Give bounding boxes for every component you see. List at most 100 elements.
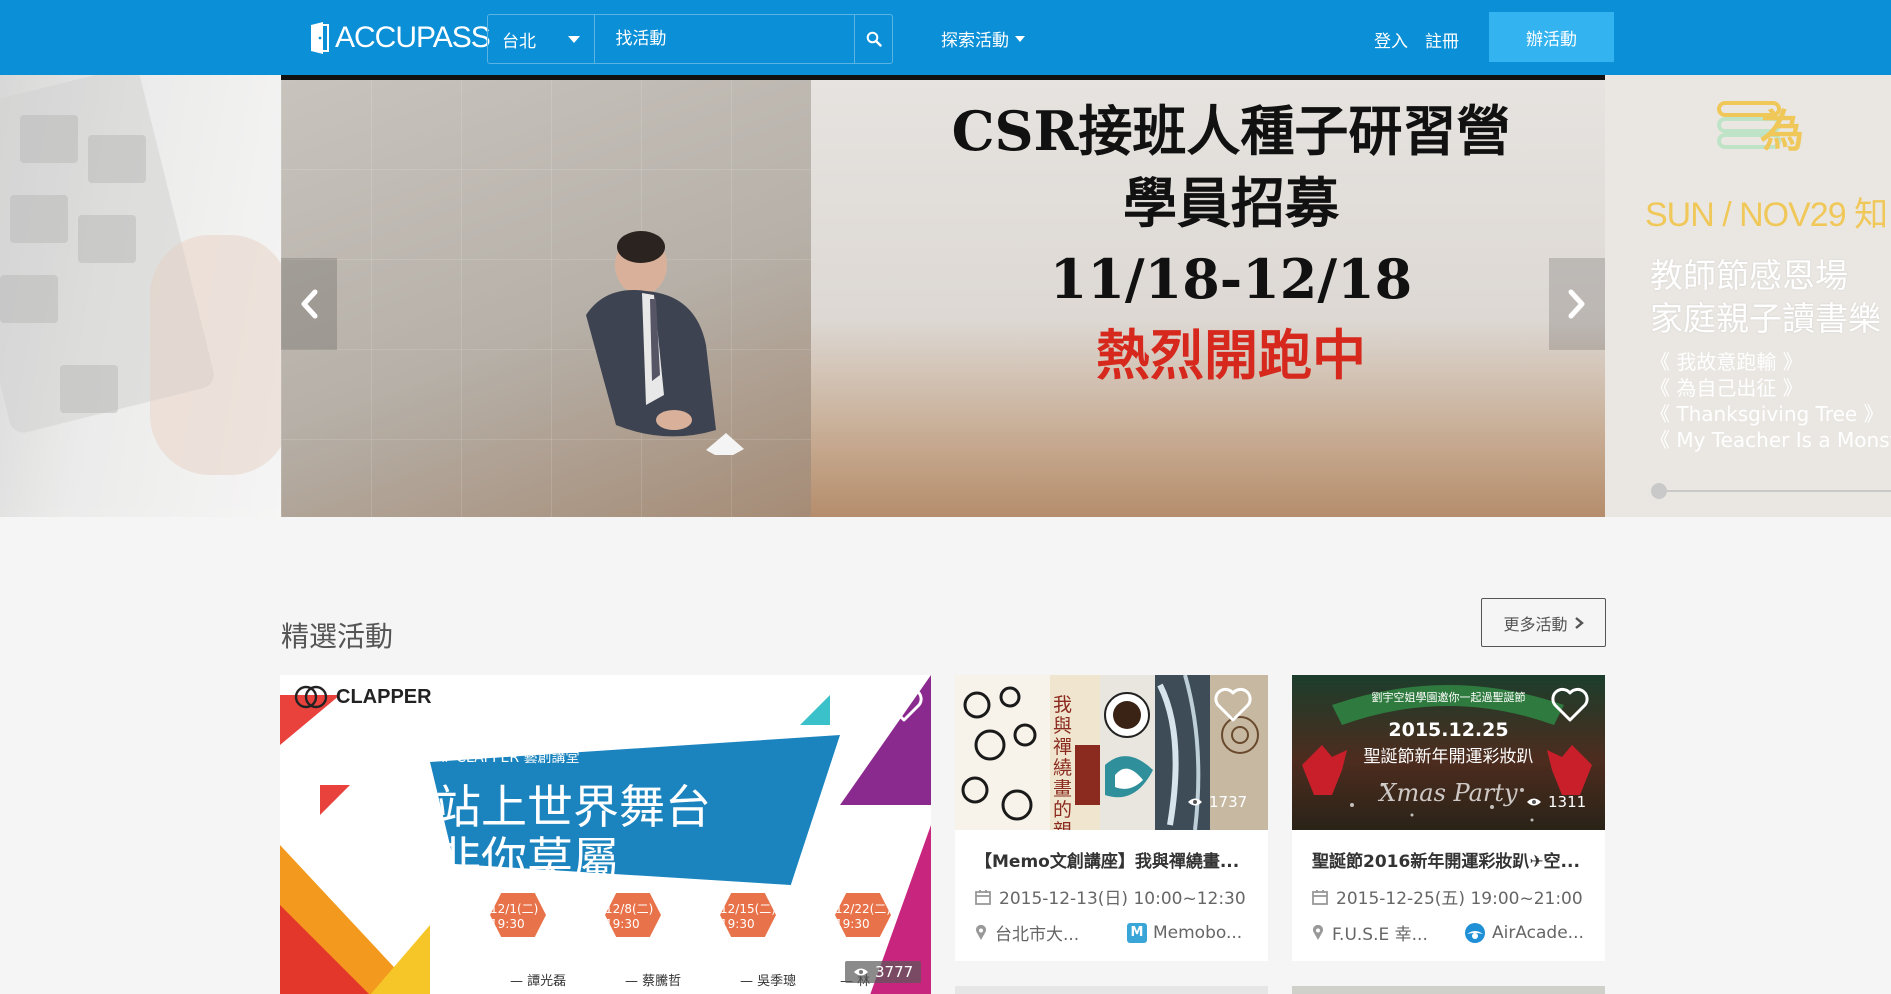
airacademy-logo-icon: [1465, 922, 1485, 943]
search-bar: 台北: [487, 14, 893, 64]
host-event-button[interactable]: 辦活動: [1489, 12, 1614, 62]
event-meta: 台北市大... M Memobo...: [975, 920, 1255, 945]
view-count: 3777: [845, 961, 922, 983]
poster-subtitle: # CLAPPER 藝創講堂: [440, 750, 580, 766]
favorite-heart-icon[interactable]: [1550, 687, 1590, 723]
next-slide-slider-decoration: [1651, 483, 1891, 499]
calendar-icon: [1312, 889, 1328, 905]
thumbnail-ribbon: 劉宇空姐學園邀你一起過聖誕節: [1371, 691, 1526, 704]
carousel-next-button[interactable]: [1549, 258, 1605, 350]
slide-line-2: 學員招募: [1123, 171, 1339, 235]
poster-date-badge: 12/22(二) 19:30: [835, 893, 891, 937]
image-tile: [10, 195, 68, 243]
event-title[interactable]: 【Memo文創講座】我與禪繞畫...: [975, 847, 1255, 872]
thumbnail-title: 我與禪繞畫的親密接觸: [1053, 694, 1073, 831]
slide-headline: CSR接班人種子研習營 學員招募 11/18-12/18 熱烈開跑中: [881, 95, 1581, 391]
poster-shape: [280, 905, 370, 994]
view-count: 1737: [1187, 793, 1247, 811]
image-tile: [88, 135, 146, 183]
slide-line-3: 11/18-12/18: [1049, 247, 1413, 311]
next-slide-list-item: 《 為自己出征 》: [1650, 376, 1803, 400]
slide-line-1: CSR接班人種子研習營: [951, 99, 1511, 163]
city-select-value: 台北: [502, 31, 536, 52]
image-tile: [0, 275, 58, 323]
event-datetime-text: 2015-12-25(五) 19:00~21:00: [1336, 889, 1583, 909]
event-organizer[interactable]: M Memobo...: [1127, 922, 1242, 943]
event-card[interactable]: 劉宇空姐學園邀你一起過聖誕節 2015.12.25 聖誕節新年開運彩妝趴 Xma…: [1292, 675, 1605, 961]
top-navigation-bar: ACCUPASS 台北 探索活動 登入 註冊 辦活動: [0, 0, 1891, 75]
featured-section-title: 精選活動: [281, 620, 394, 653]
event-meta: F.U.S.E 幸... AirAcade...: [1312, 920, 1592, 945]
carousel-prev-button[interactable]: [281, 258, 337, 350]
businessman-image: [586, 231, 744, 455]
poster-headline-2: 非你莫屬: [435, 832, 619, 886]
caret-down-icon: [1015, 35, 1025, 42]
search-input[interactable]: [595, 15, 855, 63]
poster-brand-text: CLAPPER: [336, 685, 432, 708]
event-datetime: 2015-12-13(日) 10:00~12:30: [975, 884, 1246, 909]
caret-down-icon: [568, 35, 581, 43]
poster-speaker: — 蔡騰哲: [625, 974, 682, 989]
next-slide-list-item: 《 我故意跑輸 》: [1650, 350, 1803, 374]
event-organizer[interactable]: AirAcade...: [1464, 922, 1584, 944]
poster-speaker: — 吳季璁: [740, 974, 797, 989]
view-count: 1311: [1526, 793, 1586, 811]
event-location: 台北市大...: [975, 920, 1127, 945]
next-slide-list-item: 《 My Teacher Is a Monst: [1650, 428, 1891, 452]
poster-brand: CLAPPER: [294, 685, 432, 709]
event-card-partial[interactable]: [955, 986, 1268, 994]
event-title[interactable]: 聖誕節2016新年開運彩妝趴✈空...: [1312, 847, 1592, 872]
view-count-value: 1737: [1209, 793, 1248, 811]
chevron-left-icon: [301, 289, 318, 319]
accupass-logo[interactable]: ACCUPASS: [309, 19, 491, 57]
hero-carousel: CSR接班人種子研習營 學員招募 11/18-12/18 熱烈開跑中 為 SUN…: [0, 75, 1891, 517]
map-pin-icon: [976, 924, 986, 940]
calendar-icon: [975, 889, 991, 905]
map-pin-icon: [1313, 924, 1323, 940]
featured-event-card-large[interactable]: CLAPPER # CLAPPER 藝創講堂 站上世界舞台 非你莫屬 12/1(…: [280, 675, 931, 994]
register-link[interactable]: 註冊: [1425, 27, 1459, 52]
city-select[interactable]: 台北: [488, 15, 596, 63]
slide-line-4: 熱烈開跑中: [1096, 323, 1366, 387]
poster-date-badge: 12/8(二) 19:30: [605, 893, 661, 937]
next-slide-logo-text: 為: [1760, 106, 1804, 157]
poster-shape: [800, 695, 830, 725]
poster-shape: [370, 925, 430, 994]
chevron-right-icon: [1568, 289, 1585, 319]
search-button[interactable]: [854, 15, 892, 63]
door-logo-icon: [309, 21, 329, 55]
next-slide-date: SUN / NOV29 知: [1645, 196, 1888, 234]
clapper-logo-icon: [294, 685, 328, 709]
more-events-button[interactable]: 更多活動: [1481, 598, 1606, 647]
poster-date-badge: 12/1(二) 19:30: [490, 893, 546, 937]
poster-shape: [320, 785, 350, 815]
favorite-heart-icon[interactable]: [884, 687, 924, 723]
next-slide-list-item: 《 Thanksgiving Tree 》: [1650, 402, 1884, 426]
poster-speaker: — 譚光磊: [510, 974, 567, 989]
event-card[interactable]: 我與禪繞畫的親密接觸 1737 【Memo文創講座】我與禪繞畫... 2015-…: [955, 675, 1268, 961]
explore-label: 探索活動: [941, 31, 1009, 51]
poster-date-badge: 12/15(二) 19:30: [720, 893, 776, 937]
next-slide-line-2: 家庭親子讀書樂: [1650, 299, 1881, 338]
eye-icon: [1527, 798, 1541, 806]
search-icon: [866, 31, 882, 47]
event-location-text: 台北市大...: [995, 925, 1080, 945]
event-location: F.U.S.E 幸...: [1312, 920, 1464, 945]
thumbnail-headline: 聖誕節新年開運彩妝趴: [1363, 747, 1534, 767]
current-slide[interactable]: CSR接班人種子研習營 學員招募 11/18-12/18 熱烈開跑中: [281, 75, 1605, 517]
explore-events-menu[interactable]: 探索活動: [941, 26, 1025, 51]
previous-slide-preview[interactable]: [0, 75, 290, 517]
next-slide-list: 《 我故意跑輸 》 《 為自己出征 》 《 Thanksgiving Tree …: [1650, 349, 1891, 453]
favorite-heart-icon[interactable]: [1213, 687, 1253, 723]
logo-text: ACCUPASS: [335, 21, 491, 54]
more-events-label: 更多活動: [1503, 614, 1568, 634]
event-card-partial[interactable]: [1292, 986, 1605, 994]
image-tile: [20, 115, 78, 163]
login-link[interactable]: 登入: [1374, 27, 1408, 52]
hand-image: [150, 235, 290, 475]
slide-top-border: [281, 75, 1605, 80]
event-location-text: F.U.S.E 幸...: [1332, 925, 1428, 945]
image-tile: [78, 215, 136, 263]
event-organizer-text: AirAcade...: [1492, 922, 1584, 943]
view-count-value: 1311: [1548, 793, 1587, 811]
